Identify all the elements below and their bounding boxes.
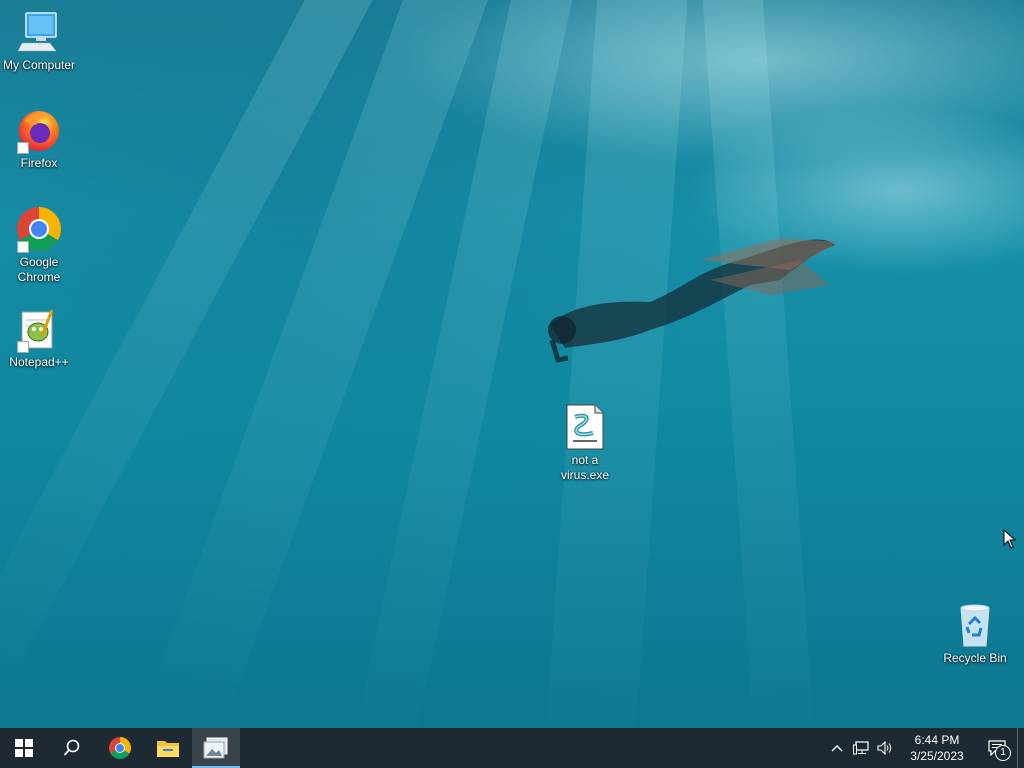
chevron-up-icon (831, 745, 843, 752)
desktop-icon-label: My Computer (2, 58, 76, 72)
windows-logo-icon (15, 739, 33, 757)
active-app-taskbar-button[interactable] (192, 728, 240, 768)
action-center-button[interactable]: 1 (977, 728, 1017, 768)
shortcut-arrow-icon (17, 241, 29, 253)
script-file-icon (561, 403, 609, 451)
desktop-icon-my-computer[interactable]: My Computer (1, 8, 77, 73)
clock-date: 3/25/2023 (910, 749, 964, 763)
computer-icon (15, 8, 63, 56)
desktop-icon-label: Notepad++ (9, 355, 69, 369)
file-explorer-taskbar-button[interactable] (144, 728, 192, 768)
chrome-taskbar-button[interactable] (96, 728, 144, 768)
image-viewer-icon (203, 737, 228, 759)
shortcut-arrow-icon (17, 142, 29, 154)
search-icon (63, 739, 80, 756)
desktop-icon-firefox[interactable]: Firefox (1, 106, 77, 171)
desktop-icon-google-chrome[interactable]: Google Chrome (1, 205, 77, 285)
firefox-icon (15, 106, 63, 154)
show-desktop-button[interactable] (1017, 728, 1024, 768)
chrome-icon (109, 737, 131, 759)
show-hidden-icons-button[interactable] (825, 728, 849, 768)
volume-icon (877, 741, 892, 755)
start-button[interactable] (0, 728, 48, 768)
folder-icon (157, 741, 179, 757)
system-tray: 6:44 PM 3/25/2023 1 (825, 728, 1024, 768)
desktop-icon-recycle-bin[interactable]: Recycle Bin (937, 601, 1013, 666)
taskbar: 6:44 PM 3/25/2023 1 (0, 728, 1024, 768)
network-button[interactable] (849, 728, 873, 768)
notepadpp-icon (15, 305, 63, 353)
search-button[interactable] (48, 728, 96, 768)
chrome-icon (15, 205, 63, 253)
notification-count-badge: 1 (995, 745, 1011, 761)
desktop[interactable]: My Computer Firefox Google Chrome Notepa… (0, 0, 1024, 728)
clock-time: 6:44 PM (914, 733, 960, 747)
desktop-icon-notepadpp[interactable]: Notepad++ (1, 305, 77, 370)
swimmer-silhouette (548, 238, 838, 363)
taskbar-clock[interactable]: 6:44 PM 3/25/2023 (897, 732, 977, 764)
recycle-bin-icon (951, 601, 999, 649)
mouse-cursor-icon (1003, 529, 1017, 549)
desktop-icon-label: Recycle Bin (943, 651, 1007, 665)
desktop-icon-not-a-virus-exe[interactable]: not a virus.exe (547, 403, 623, 483)
desktop-icon-label: Firefox (20, 156, 58, 170)
shortcut-arrow-icon (17, 341, 29, 353)
desktop-icon-label: not a virus.exe (560, 453, 610, 482)
volume-button[interactable] (873, 728, 897, 768)
network-icon (853, 741, 869, 755)
desktop-icon-label: Google Chrome (17, 255, 61, 284)
